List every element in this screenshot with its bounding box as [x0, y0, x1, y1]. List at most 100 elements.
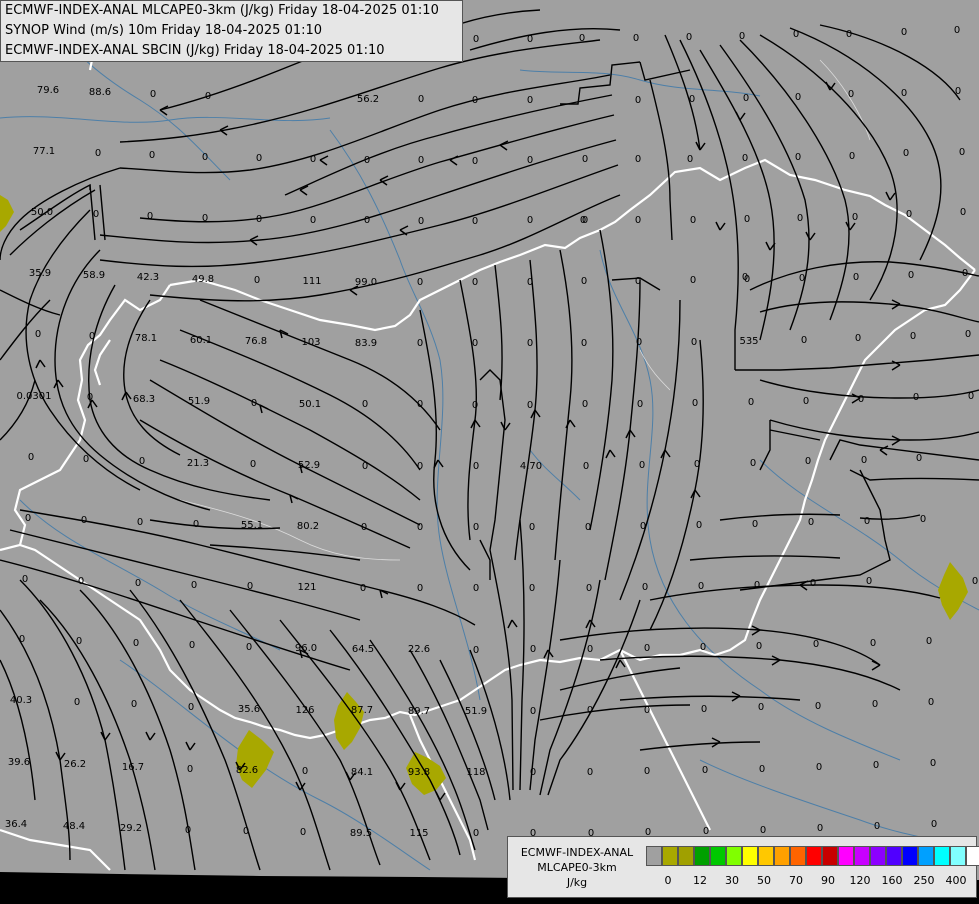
sbcin-label: 0 [310, 215, 316, 226]
sbcin-label: 0 [527, 155, 533, 166]
sbcin-label: 0 [642, 582, 648, 593]
sbcin-label: 0 [133, 638, 139, 649]
legend-tick-label: 120 [849, 874, 871, 887]
sbcin-label: 0 [926, 636, 932, 647]
sbcin-label: 535 [739, 336, 758, 347]
sbcin-label: 0 [19, 634, 25, 645]
sbcin-label: 0 [960, 207, 966, 218]
sbcin-label: 0 [752, 519, 758, 530]
sbcin-label: 0 [635, 154, 641, 165]
sbcin-label: 0 [901, 88, 907, 99]
sbcin-label: 99.0 [355, 277, 377, 288]
sbcin-label: 0 [362, 399, 368, 410]
legend-unit: J/kg [566, 876, 588, 889]
legend-swatch [934, 846, 950, 866]
sbcin-label: 0 [759, 764, 765, 775]
sbcin-label: 0 [139, 456, 145, 467]
sbcin-label: 0 [585, 522, 591, 533]
sbcin-label: 0 [954, 25, 960, 36]
sbcin-label: 0 [473, 522, 479, 533]
sbcin-label: 0 [582, 154, 588, 165]
legend-swatch [838, 846, 854, 866]
sbcin-label: 0 [74, 697, 80, 708]
sbcin-label: 48.4 [63, 821, 85, 832]
sbcin-label: 0 [901, 27, 907, 38]
sbcin-label: 0 [750, 458, 756, 469]
weather-map[interactable]: 79.6 88.6 0 0 56.2 0 0 0 77.1 0 0 0 0 0 0 0 0 0 0 0 50.0 0 0 0 0… [0, 0, 979, 900]
sbcin-label: 0 [692, 398, 698, 409]
sbcin-label: 0 [360, 583, 366, 594]
sbcin-label: 0 [417, 583, 423, 594]
legend-swatch [774, 846, 790, 866]
sbcin-label: 0 [472, 277, 478, 288]
sbcin-label: 0 [644, 766, 650, 777]
sbcin-label: 0 [637, 399, 643, 410]
sbcin-label: 121 [297, 582, 316, 593]
sbcin-label: 0 [256, 214, 262, 225]
legend-swatch [646, 846, 662, 866]
sbcin-label: 0 [187, 764, 193, 775]
sbcin-label: 0 [251, 398, 257, 409]
sbcin-label: 64.5 [352, 644, 374, 655]
sbcin-label: 0 [250, 459, 256, 470]
sbcin-label: 0 [633, 33, 639, 44]
sbcin-label: 103 [301, 337, 320, 348]
sbcin-label: 51.9 [465, 706, 487, 717]
sbcin-label: 0 [903, 148, 909, 159]
sbcin-label: 0 [639, 460, 645, 471]
sbcin-label: 0 [587, 705, 593, 716]
sbcin-label: 0 [635, 95, 641, 106]
sbcin-label: 0 [527, 215, 533, 226]
sbcin-label: 0 [853, 272, 859, 283]
sbcin-label: 0 [908, 270, 914, 281]
sbcin-label: 0 [417, 277, 423, 288]
legend-swatch [950, 846, 966, 866]
sbcin-label: 0 [529, 522, 535, 533]
legend-tick-label: 160 [881, 874, 903, 887]
sbcin-label: 56.2 [357, 94, 379, 105]
sbcin-label: 0 [247, 581, 253, 592]
sbcin-label: 0 [799, 273, 805, 284]
sbcin-label: 0 [816, 762, 822, 773]
sbcin-label: 0 [93, 209, 99, 220]
sbcin-label: 0 [131, 699, 137, 710]
sbcin-label: 93.8 [408, 767, 430, 778]
sbcin-label: 0 [28, 452, 34, 463]
sbcin-label: 0 [418, 216, 424, 227]
sbcin-label: 0 [955, 86, 961, 97]
sbcin-label: 0 [527, 34, 533, 45]
sbcin-label: 0 [873, 760, 879, 771]
legend-swatch [966, 846, 979, 866]
sbcin-label: 0 [472, 216, 478, 227]
legend-swatches [646, 846, 979, 866]
sbcin-label: 0 [87, 392, 93, 403]
sbcin-label: 0 [473, 583, 479, 594]
sbcin-label: 115 [409, 828, 428, 839]
sbcin-label: 0 [846, 29, 852, 40]
sbcin-label: 0 [583, 461, 589, 472]
sbcin-label: 0 [135, 578, 141, 589]
sbcin-label: 0 [81, 515, 87, 526]
sbcin-label: 0 [472, 95, 478, 106]
sbcin-label: 0 [587, 767, 593, 778]
sbcin-label: 0 [202, 152, 208, 163]
sbcin-label: 0 [579, 33, 585, 44]
legend-ticks: 0 12 30 50 70 90 120 160 250 400 [646, 874, 976, 890]
sbcin-label: 0 [83, 454, 89, 465]
legend-swatch [694, 846, 710, 866]
legend-swatch [854, 846, 870, 866]
sbcin-label: 0 [795, 92, 801, 103]
sbcin-label: 0 [803, 396, 809, 407]
legend-tick-label: 12 [693, 874, 707, 887]
sbcin-label: 0 [690, 275, 696, 286]
sbcin-label: 0 [364, 155, 370, 166]
sbcin-label: 0 [701, 704, 707, 715]
sbcin-label: 0 [702, 765, 708, 776]
map-title-box: ECMWF-INDEX-ANAL MLCAPE0-3km (J/kg) Frid… [0, 0, 463, 62]
legend-tick-label: 400 [945, 874, 967, 887]
sbcin-label: 0 [743, 93, 749, 104]
sbcin-label: 0 [808, 517, 814, 528]
sbcin-label: 0 [76, 636, 82, 647]
sbcin-label: 58.9 [83, 270, 105, 281]
legend-tick-label: 250 [913, 874, 935, 887]
